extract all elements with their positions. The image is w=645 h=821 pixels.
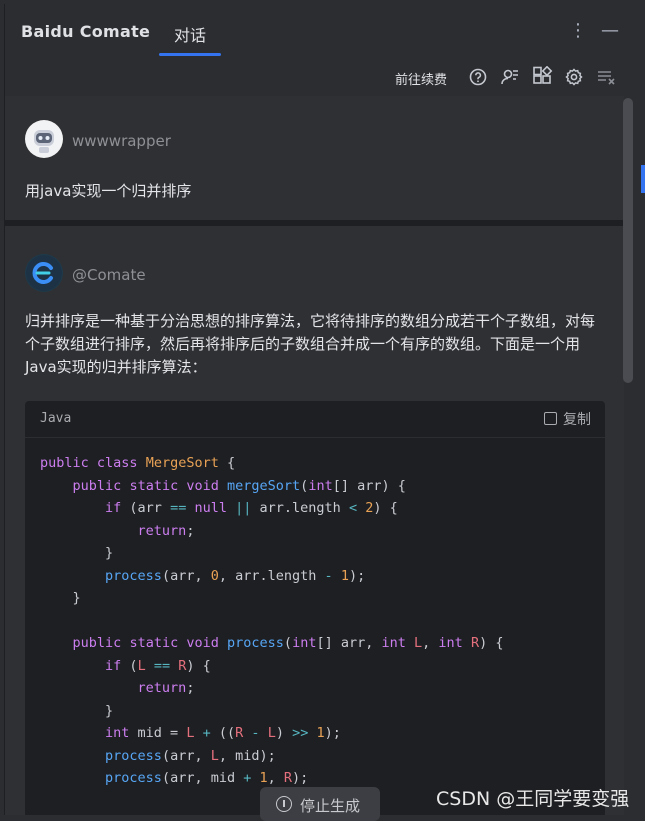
code-block-header: Java 复制 [25, 401, 605, 438]
code-line: if (arr == null || arr.length < 2) { [105, 500, 398, 516]
code-block: Java 复制 public class MergeSort { public … [25, 401, 605, 815]
user-message: wwwwrapper 用java实现一个归并排序 [5, 96, 624, 220]
vertical-scrollbar[interactable] [623, 98, 633, 383]
code-language-label: Java [40, 411, 72, 426]
code-line: public class MergeSort { [40, 455, 236, 471]
bot-name: @Comate [72, 266, 146, 284]
code-line: } [40, 702, 114, 719]
code-line: process(arr, 0, arr.length - 1); [105, 567, 366, 584]
user-message-text: 用java实现一个归并排序 [25, 182, 192, 200]
ide-edge-indicator [641, 165, 645, 193]
stop-icon [276, 796, 292, 812]
code-content: public class MergeSort { public static v… [40, 452, 503, 790]
code-line: public static void mergeSort(int[] arr) … [72, 477, 406, 494]
user-name: wwwwrapper [72, 132, 171, 150]
copy-label: 复制 [563, 412, 591, 428]
renew-link[interactable]: 前往续费 [395, 69, 447, 88]
tab-chat[interactable]: 对话 [159, 22, 221, 56]
comate-panel: Baidu Comate 对话 ⋮ — 前往续费 wwwwrapper 用jav… [4, 4, 642, 815]
clear-chat-icon[interactable] [595, 66, 617, 88]
code-line: public static void process(int[] arr, in… [72, 635, 504, 651]
comate-avatar [25, 254, 63, 292]
code-line: if (L == R) { [105, 657, 211, 674]
stop-generating-label: 停止生成 [300, 797, 361, 815]
settings-icon[interactable] [563, 66, 585, 88]
user-search-icon[interactable] [499, 66, 521, 88]
app-title: Baidu Comate [21, 22, 151, 41]
code-line: process(arr, mid + 1, R); [105, 770, 309, 786]
chat-history: wwwwrapper 用java实现一个归并排序 @Comate 归并排序是一种… [5, 96, 624, 815]
panel-header: Baidu Comate 对话 ⋮ — [5, 4, 642, 56]
more-vertical-icon[interactable]: ⋮ [567, 20, 589, 42]
help-icon[interactable] [467, 66, 489, 88]
stop-generating-button[interactable]: 停止生成 [260, 787, 380, 821]
code-line: } [40, 590, 81, 606]
code-line: return; [137, 680, 195, 696]
plugins-icon[interactable] [531, 65, 553, 88]
copy-icon [544, 412, 557, 425]
copy-code-button[interactable]: 复制 [544, 409, 591, 429]
code-line: int mid = L + ((R - L) >> 1); [105, 725, 341, 741]
code-line: process(arr, L, mid); [105, 747, 276, 764]
chat-toolbar: 前往续费 [5, 56, 642, 96]
bot-message-text: 归并排序是一种基于分治思想的排序算法，它将待排序的数组分成若干个子数组，对每个子… [25, 312, 596, 376]
minimize-icon[interactable]: — [599, 20, 621, 42]
user-avatar [25, 120, 63, 158]
code-line: } [40, 545, 114, 561]
code-line: return; [137, 522, 195, 539]
watermark: CSDN @王同学要变强 [436, 788, 630, 810]
bot-message: @Comate 归并排序是一种基于分治思想的排序算法，它将待排序的数组分成若干个… [5, 226, 624, 815]
